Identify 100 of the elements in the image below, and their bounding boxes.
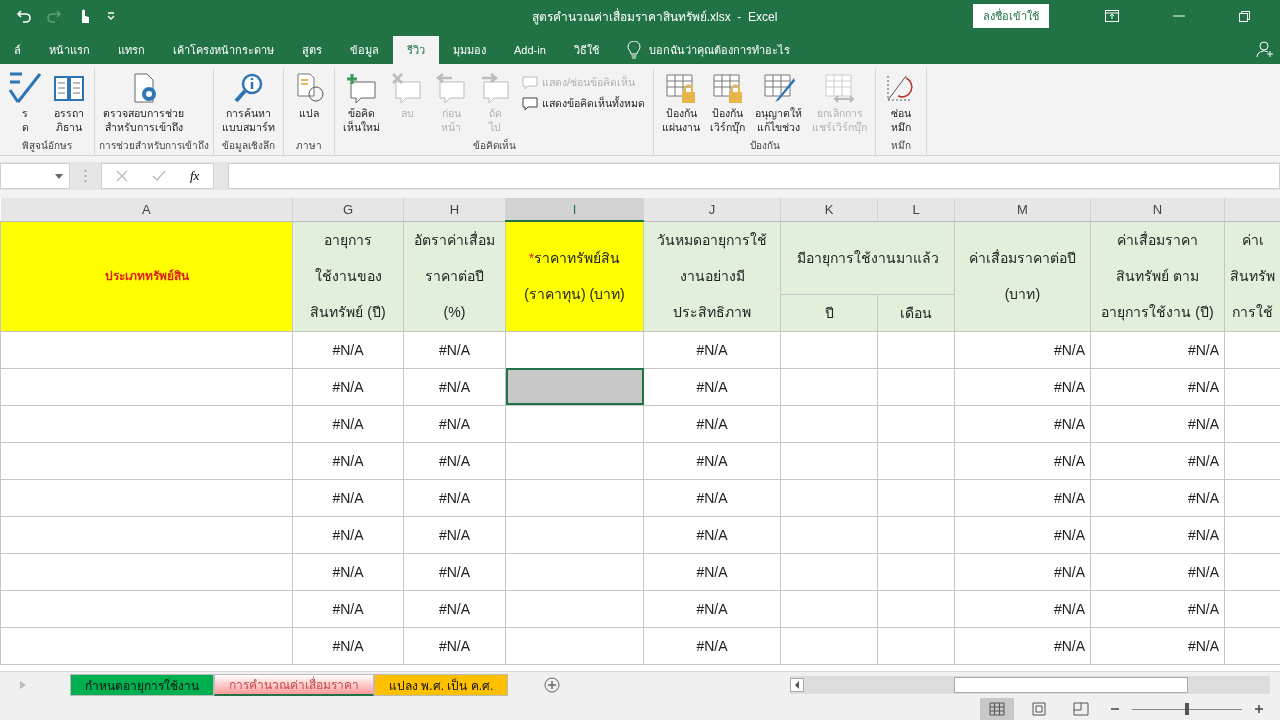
table-cell: #N/A bbox=[292, 405, 404, 442]
table-cell: #N/A bbox=[1090, 590, 1225, 627]
window-title: สูตรคำนวณค่าเสื่อมราคาสินทรัพย์.xlsx - Excel bbox=[530, 7, 779, 26]
ribbon-button[interactable]: อรรถา ภิธาน bbox=[48, 72, 90, 138]
ribbon-tab[interactable]: ล์ bbox=[0, 36, 35, 64]
ribbon-small-button[interactable]: แสดงข้อคิดเห็นทั้งหมด bbox=[518, 95, 649, 112]
header-cell: ปี bbox=[780, 294, 878, 331]
comment-icon bbox=[522, 96, 538, 111]
ribbon-button[interactable]: ตรวจสอบการช่วย สำหรับการเข้าถึง bbox=[99, 72, 188, 138]
tell-me-field[interactable]: บอกฉันว่าคุณต้องการทำอะไร bbox=[612, 36, 790, 64]
header-cell: *ราคาทรัพย์สิน (ราคาทุน) (บาท) bbox=[505, 221, 644, 331]
header-cell: อายุการ ใช้งานของ สินทรัพย์ (ปี) bbox=[292, 221, 404, 331]
enter-icon[interactable] bbox=[152, 170, 166, 182]
table-cell: #N/A bbox=[643, 442, 781, 479]
column-header[interactable]: H bbox=[403, 198, 506, 221]
column-header[interactable]: L bbox=[877, 198, 955, 221]
sheet-share-icon bbox=[822, 72, 857, 104]
sign-in-button[interactable]: ลงชื่อเข้าใช้ bbox=[973, 4, 1049, 28]
header-cell: ค่าเสื่อมราคา สินทรัพย์ ตาม อายุการใช้งาน (ปี) bbox=[1090, 221, 1225, 331]
redo-icon[interactable] bbox=[46, 8, 62, 24]
undo-icon[interactable] bbox=[16, 8, 32, 24]
column-header[interactable]: N bbox=[1090, 198, 1225, 221]
grid-icon bbox=[989, 702, 1005, 716]
ribbon-group-label: การช่วยสำหรับการเข้าถึง bbox=[99, 139, 209, 153]
table-cell: #N/A bbox=[403, 442, 506, 479]
ribbon-tab[interactable]: เค้าโครงหน้ากระดาษ bbox=[159, 36, 288, 64]
ribbon-tab[interactable]: มุมมอง bbox=[439, 36, 500, 64]
header-cell: มีอายุการใช้งานมาแล้ว bbox=[780, 221, 955, 294]
ribbon-button[interactable]: ป้องกัน แผ่นงาน bbox=[658, 72, 704, 138]
table-cell: #N/A bbox=[292, 590, 404, 627]
ribbon-button[interactable]: ป้องกัน เวิร์กบุ๊ก bbox=[706, 72, 749, 138]
ribbon-tab[interactable]: รีวิว bbox=[393, 36, 439, 64]
restore-icon[interactable] bbox=[1239, 10, 1250, 22]
header-cell: วันหมดอายุการใช้ งานอย่างมี ประสิทธิภาพ bbox=[643, 221, 781, 331]
table-cell: #N/A bbox=[954, 590, 1091, 627]
table-cell: #N/A bbox=[643, 405, 781, 442]
table-cell: #N/A bbox=[643, 553, 781, 590]
table-cell: #N/A bbox=[403, 479, 506, 516]
column-header[interactable]: G bbox=[292, 198, 404, 221]
name-box[interactable] bbox=[0, 163, 70, 189]
ribbon-tab[interactable]: หน้าแรก bbox=[35, 36, 104, 64]
header-cell: อัตราค่าเสื่อม ราคาต่อปี (%) bbox=[403, 221, 506, 331]
ribbon-tab[interactable]: สูตร bbox=[288, 36, 336, 64]
ribbon-tab[interactable]: Add-in bbox=[500, 36, 560, 64]
ribbon-button[interactable]: ข้อคิด เห็นใหม่ bbox=[339, 72, 384, 138]
column-header[interactable]: I bbox=[505, 198, 644, 221]
column-header[interactable]: A bbox=[0, 198, 293, 221]
table-cell: #N/A bbox=[403, 553, 506, 590]
zoom-in-icon[interactable] bbox=[1254, 704, 1264, 714]
sheet-pen-icon bbox=[761, 72, 796, 104]
ribbon-button[interactable]: แปล bbox=[288, 72, 330, 138]
share-person-icon[interactable] bbox=[1256, 40, 1274, 58]
table-cell: #N/A bbox=[643, 627, 781, 664]
column-header[interactable]: J bbox=[643, 198, 781, 221]
normal-view-button[interactable] bbox=[980, 698, 1014, 720]
page-break-icon bbox=[1073, 702, 1089, 716]
table-cell: #N/A bbox=[643, 590, 781, 627]
sheet-tab[interactable]: แปลง พ.ศ. เป็น ค.ศ. bbox=[374, 674, 509, 696]
page-icon bbox=[1031, 702, 1047, 716]
scroll-tabs-icon[interactable] bbox=[20, 681, 26, 689]
zoom-slider-thumb[interactable] bbox=[1185, 703, 1189, 715]
ribbon-tab[interactable]: แทรก bbox=[104, 36, 159, 64]
table-cell: #N/A bbox=[292, 479, 404, 516]
table-cell: #N/A bbox=[292, 442, 404, 479]
ribbon-group-label: ข้อมูลเชิงลึก bbox=[221, 139, 276, 153]
insert-function-button[interactable]: fx bbox=[190, 168, 200, 184]
ribbon-group-label: หมึก bbox=[890, 139, 912, 153]
header-cell: ค่าเสื่อมราคาต่อปี (บาท) bbox=[954, 221, 1091, 331]
ribbon-button[interactable]: ร ด bbox=[4, 72, 46, 138]
column-header[interactable]: K bbox=[780, 198, 878, 221]
sheet-lock-icon bbox=[664, 72, 698, 104]
table-cell: #N/A bbox=[954, 331, 1091, 368]
ribbon-display-icon[interactable] bbox=[1105, 10, 1119, 22]
table-cell: #N/A bbox=[403, 590, 506, 627]
customize-icon[interactable] bbox=[106, 11, 116, 21]
sheet-tab[interactable]: กำหนดอายุการใช้งาน bbox=[70, 674, 214, 696]
ribbon-button[interactable]: อนุญาตให้ แก้ไขช่วง bbox=[751, 72, 806, 138]
ribbon-button[interactable]: ซ่อน หมึก bbox=[880, 72, 922, 138]
table-cell: #N/A bbox=[1090, 442, 1225, 479]
horizontal-scrollbar[interactable] bbox=[790, 676, 1271, 694]
table-cell: #N/A bbox=[403, 331, 506, 368]
column-header[interactable]: M bbox=[954, 198, 1091, 221]
header-cell: ประเภททรัพย์สิน bbox=[0, 221, 293, 331]
header-cell: เดือน bbox=[877, 294, 955, 331]
table-cell: #N/A bbox=[403, 627, 506, 664]
ribbon-tab[interactable]: วิธีใช้ bbox=[559, 36, 613, 64]
formula-input[interactable] bbox=[228, 163, 1280, 189]
scroll-left-icon[interactable] bbox=[790, 678, 805, 692]
table-cell: #N/A bbox=[954, 553, 1091, 590]
table-cell: #N/A bbox=[1090, 516, 1225, 553]
add-sheet-icon[interactable] bbox=[544, 677, 561, 693]
comment-delete-icon bbox=[390, 72, 424, 104]
table-cell: #N/A bbox=[643, 331, 781, 368]
ribbon-tab[interactable]: ข้อมูล bbox=[336, 36, 393, 64]
cancel-icon[interactable] bbox=[116, 170, 128, 182]
table-cell: #N/A bbox=[292, 553, 404, 590]
table-cell: #N/A bbox=[954, 368, 1091, 405]
ribbon-group-label: ป้องกัน bbox=[748, 139, 781, 153]
scrollbar-thumb[interactable] bbox=[954, 677, 1189, 693]
ribbon-button[interactable]: การค้นหา แบบสมาร์ท bbox=[218, 72, 279, 138]
